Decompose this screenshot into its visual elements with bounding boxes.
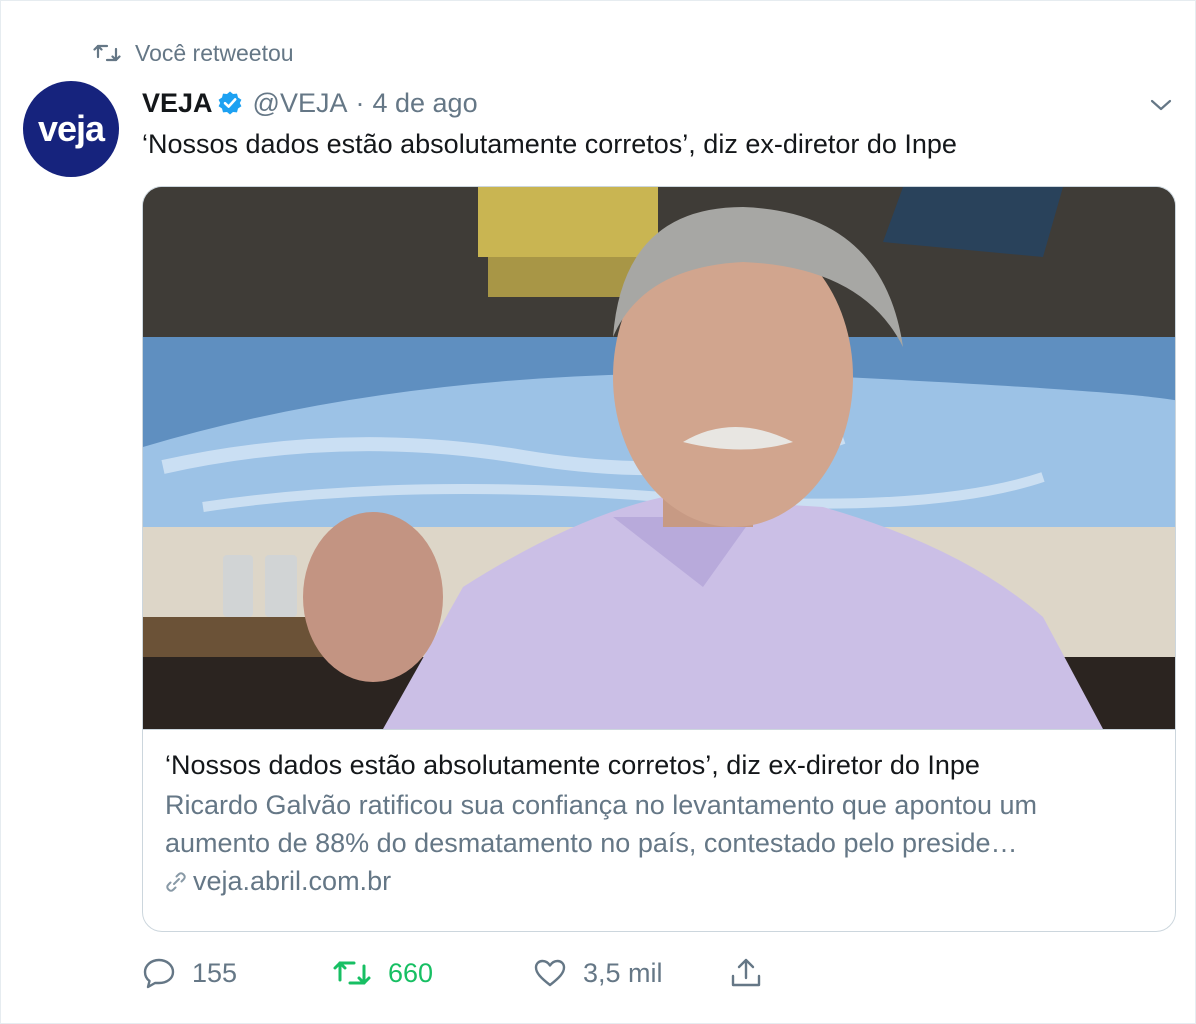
retweet-icon bbox=[332, 958, 372, 988]
retweet-context-label[interactable]: Você retweetou bbox=[135, 40, 294, 67]
author-name[interactable]: VEJA bbox=[142, 88, 213, 119]
separator-dot: · bbox=[355, 87, 365, 118]
tweet-header: VEJA @VEJA · 4 de ago bbox=[142, 83, 478, 123]
verified-badge-icon bbox=[217, 90, 243, 116]
tweet-timestamp[interactable]: 4 de ago bbox=[372, 88, 477, 119]
link-icon bbox=[165, 871, 187, 893]
link-card[interactable]: ‘Nossos dados estão absolutamente corret… bbox=[142, 186, 1176, 932]
tweet[interactable]: Você retweetou veja VEJA @VEJA · 4 de ag… bbox=[0, 0, 1196, 1024]
tweet-actions: 155 660 3,5 mil bbox=[142, 951, 763, 995]
retweet-icon bbox=[93, 42, 121, 64]
share-button[interactable] bbox=[729, 957, 763, 989]
reply-button[interactable]: 155 bbox=[142, 957, 332, 989]
retweet-context: Você retweetou bbox=[93, 37, 294, 69]
card-url: veja.abril.com.br bbox=[165, 866, 1155, 897]
author-handle[interactable]: @VEJA bbox=[253, 88, 348, 119]
card-photo-illustration bbox=[143, 187, 1175, 729]
card-url-text: veja.abril.com.br bbox=[193, 866, 392, 896]
tweet-text: ‘Nossos dados estão absolutamente corret… bbox=[142, 129, 957, 159]
card-description-line-2: aumento de 88% do desmatamento no país, … bbox=[165, 828, 1018, 858]
share-icon bbox=[729, 957, 763, 989]
card-description-line-1: Ricardo Galvão ratificou sua confiança n… bbox=[165, 790, 1038, 820]
more-options-chevron-down-icon[interactable] bbox=[1145, 89, 1177, 121]
reply-icon bbox=[142, 957, 176, 989]
avatar[interactable]: veja bbox=[23, 81, 119, 177]
card-body[interactable]: ‘Nossos dados estão absolutamente corret… bbox=[143, 729, 1175, 931]
avatar-logo-text: veja bbox=[37, 108, 105, 149]
card-image[interactable] bbox=[143, 187, 1175, 729]
reply-count: 155 bbox=[192, 957, 238, 988]
like-button[interactable]: 3,5 mil bbox=[533, 958, 729, 989]
like-count: 3,5 mil bbox=[583, 957, 663, 988]
retweet-count: 660 bbox=[388, 957, 434, 988]
card-description: Ricardo Galvão ratificou sua confiança n… bbox=[165, 786, 1155, 862]
retweet-button[interactable]: 660 bbox=[332, 958, 533, 989]
card-title: ‘Nossos dados estão absolutamente corret… bbox=[165, 750, 980, 780]
heart-icon bbox=[533, 958, 567, 988]
